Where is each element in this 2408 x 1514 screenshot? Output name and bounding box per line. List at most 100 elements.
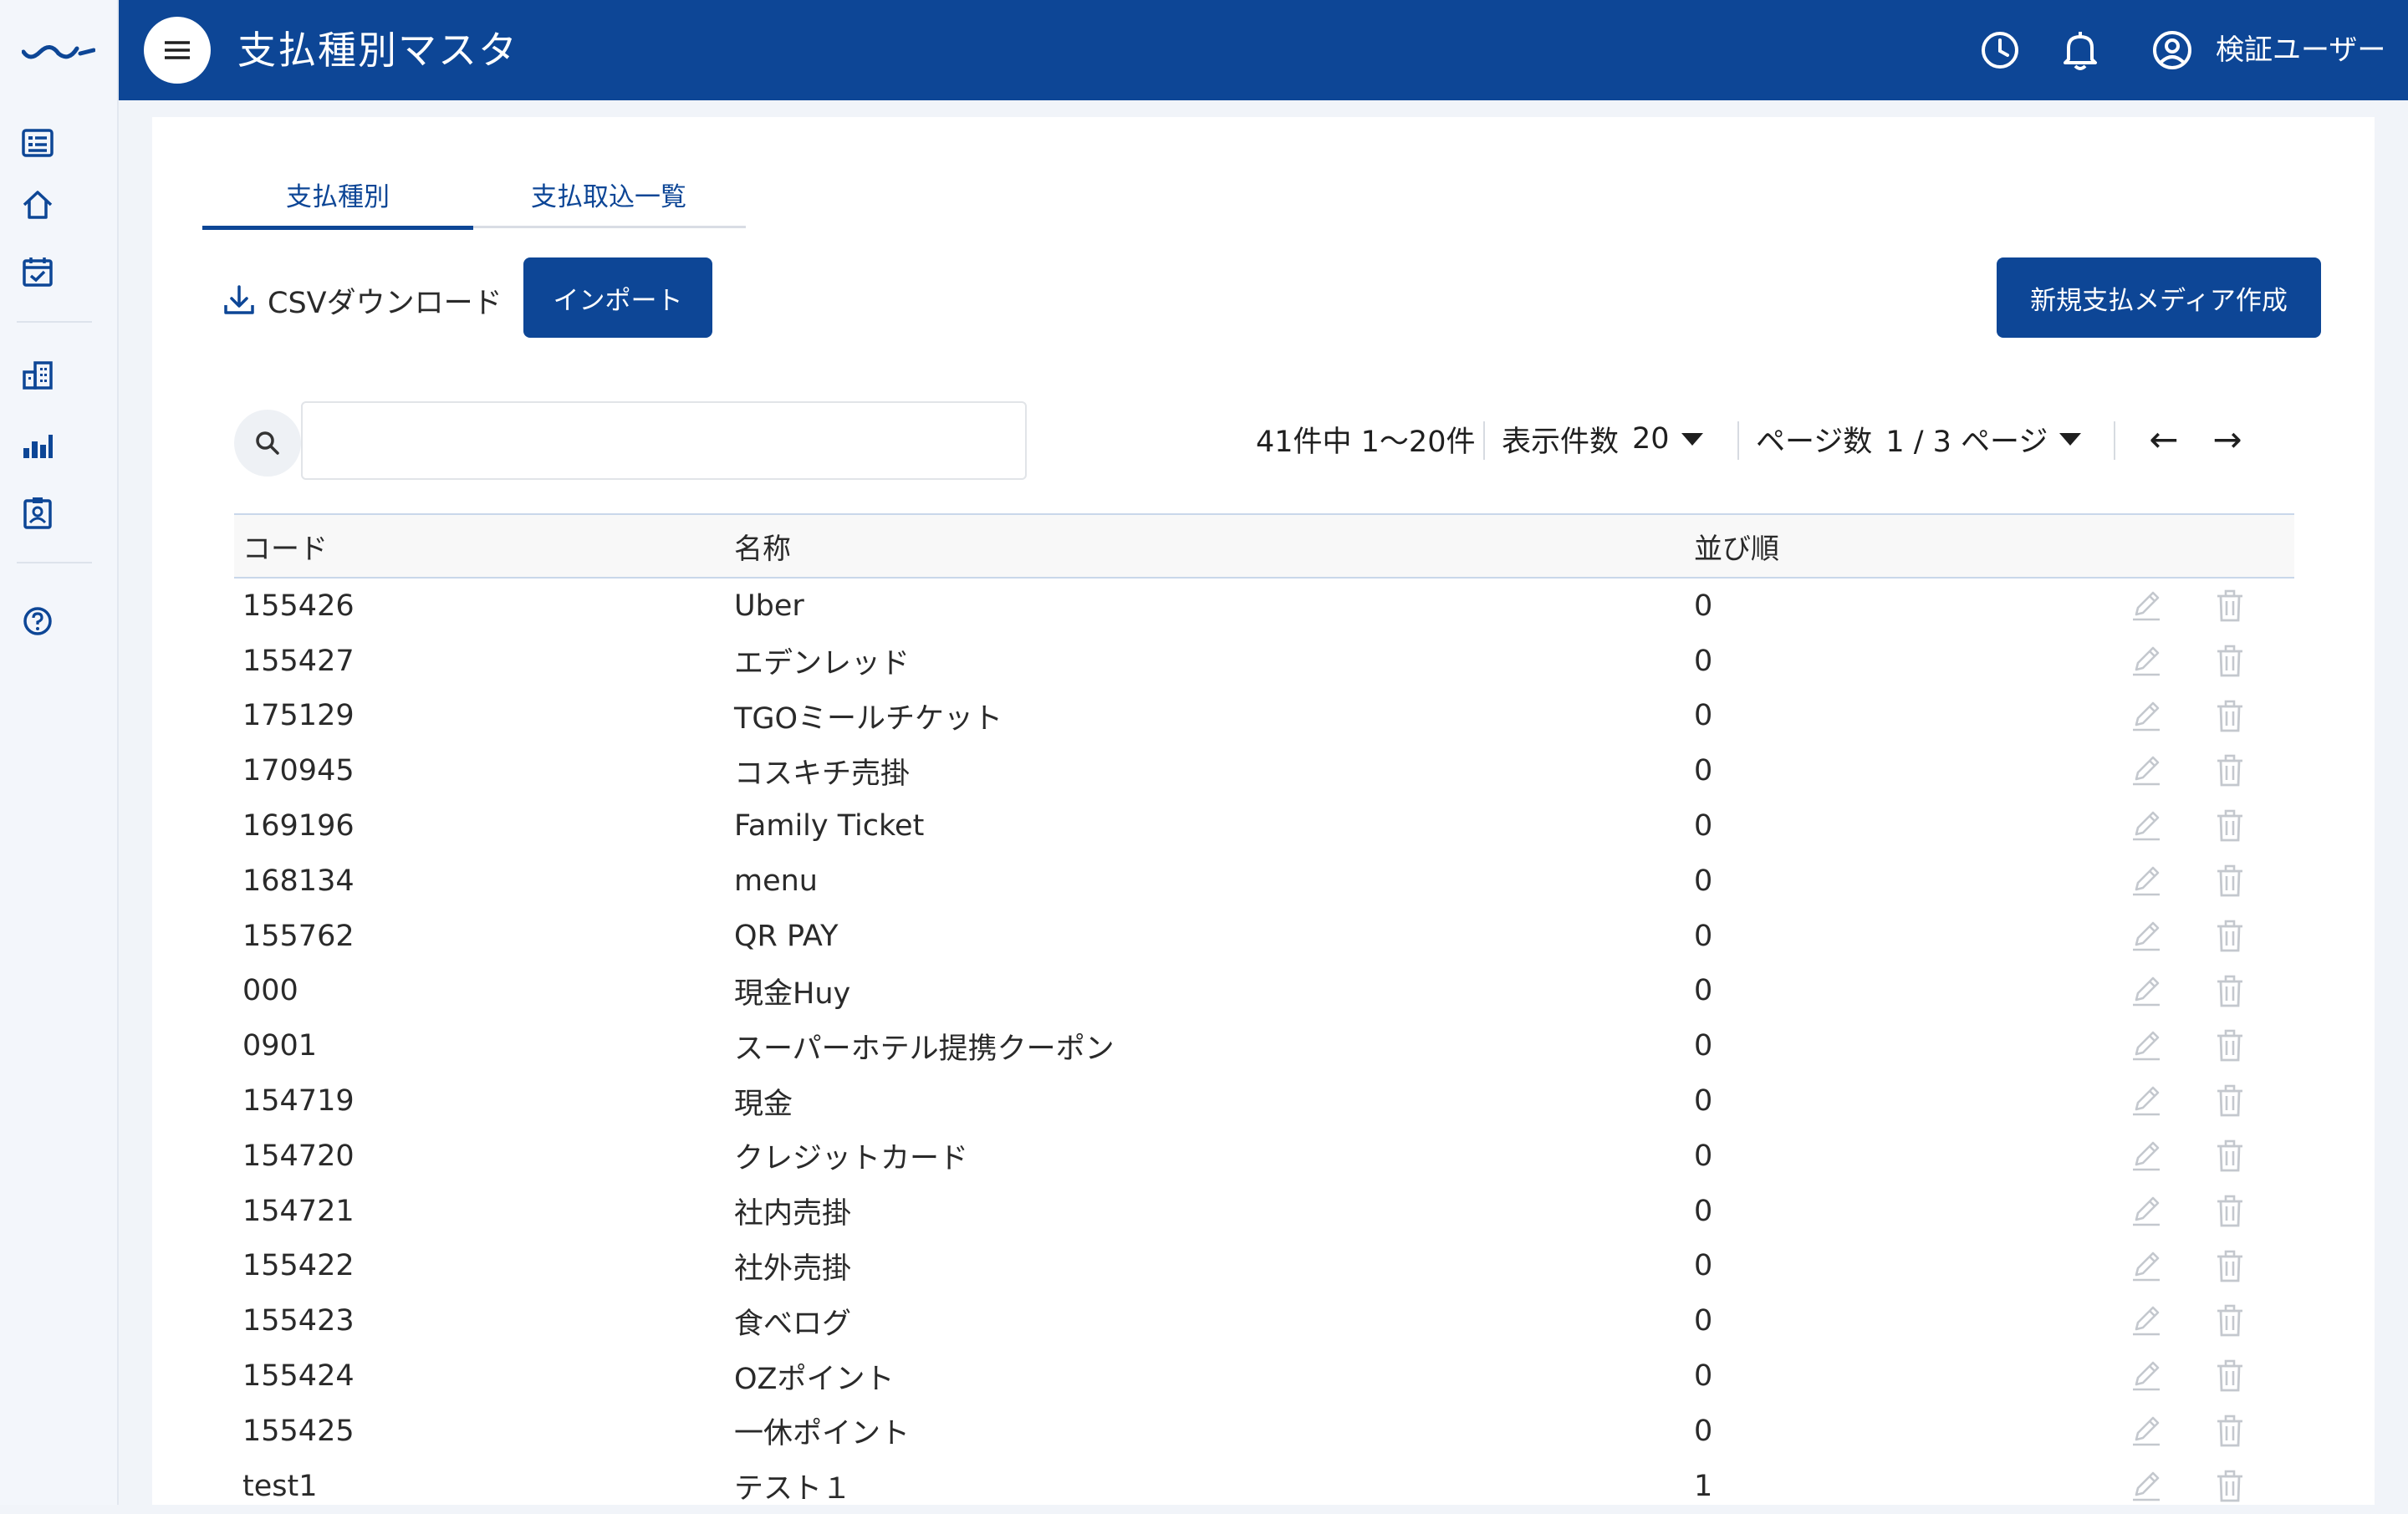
edit-icon[interactable] (2127, 1027, 2166, 1065)
csv-download-link[interactable]: CSVダウンロード (222, 274, 503, 326)
edit-icon[interactable] (2127, 697, 2166, 736)
hamburger-icon (165, 41, 190, 59)
cell-order: 0 (1694, 1139, 1713, 1173)
tab-payment-import-list[interactable]: 支払取込一覧 (473, 162, 744, 226)
cell-name: 社内売掛 (734, 1197, 852, 1231)
table-row[interactable]: 175129 TGOミールチケット 0 (234, 689, 2294, 744)
edit-icon[interactable] (2127, 1412, 2166, 1450)
page-select[interactable]: ページ数 1 / 3 ページ (1756, 416, 2082, 461)
tab-payment-type[interactable]: 支払種別 (202, 162, 473, 230)
next-page-button[interactable]: → (2204, 416, 2251, 461)
trash-icon[interactable] (2211, 1357, 2249, 1395)
table-row[interactable]: 154721 社内売掛 0 (234, 1184, 2294, 1239)
edit-icon[interactable] (2127, 1467, 2166, 1506)
trash-icon[interactable] (2211, 1302, 2249, 1340)
cell-name: 社外売掛 (734, 1251, 852, 1286)
table-row[interactable]: 000 現金Huy 0 (234, 964, 2294, 1019)
cell-name: Uber (734, 589, 804, 623)
table-row[interactable]: 155424 OZポイント 0 (234, 1348, 2294, 1404)
per-page-select[interactable]: 表示件数 20 (1502, 416, 1703, 461)
table-row[interactable]: 155762 QR PAY 0 (234, 909, 2294, 964)
trash-icon[interactable] (2211, 697, 2249, 736)
trash-icon[interactable] (2211, 1137, 2249, 1175)
home-icon[interactable] (18, 186, 57, 224)
history-icon[interactable] (1977, 27, 2023, 74)
cell-code: 169196 (242, 809, 355, 844)
table-row[interactable]: 155423 食べログ 0 (234, 1293, 2294, 1348)
sidebar-divider (17, 562, 92, 563)
cell-code: test1 (242, 1469, 318, 1503)
cell-name: Family Ticket (734, 809, 925, 844)
cell-name: 現金 (734, 1087, 793, 1121)
cell-order: 0 (1694, 1414, 1713, 1448)
table-row[interactable]: 155422 社外売掛 0 (234, 1239, 2294, 1294)
trash-icon[interactable] (2211, 917, 2249, 956)
user-account-icon[interactable] (2149, 27, 2196, 74)
table-row[interactable]: 155426 Uber 0 (234, 579, 2294, 634)
edit-icon[interactable] (2127, 1137, 2166, 1175)
edit-icon[interactable] (2127, 587, 2166, 625)
edit-icon[interactable] (2127, 1192, 2166, 1231)
badge-icon[interactable] (18, 493, 57, 532)
edit-icon[interactable] (2127, 862, 2166, 900)
trash-icon[interactable] (2211, 1467, 2249, 1506)
cell-name: TGOミールチケット (734, 701, 1003, 736)
payment-type-table: コード 名称 並び順 155426 Uber 0 155427 エデンレッド 0 17512… (234, 513, 2294, 1514)
prev-page-button[interactable]: ← (2140, 416, 2187, 461)
bell-icon[interactable] (2057, 27, 2104, 74)
trash-icon[interactable] (2211, 862, 2249, 900)
trash-icon[interactable] (2211, 1192, 2249, 1231)
page-label: ページ数 (1756, 425, 1873, 459)
trash-icon[interactable] (2211, 1082, 2249, 1120)
edit-icon[interactable] (2127, 1247, 2166, 1286)
table-row[interactable]: 154719 現金 0 (234, 1073, 2294, 1129)
sidebar (0, 0, 119, 1505)
cell-order: 0 (1694, 1029, 1713, 1063)
table-row[interactable]: test1 テスト１ 1 (234, 1459, 2294, 1514)
building-icon[interactable] (18, 356, 57, 395)
create-payment-media-button[interactable]: 新規支払メディア作成 (1997, 257, 2321, 338)
trash-icon[interactable] (2211, 1412, 2249, 1450)
table-row[interactable]: 155427 エデンレッド 0 (234, 634, 2294, 689)
menu-button[interactable] (144, 17, 211, 84)
edit-icon[interactable] (2127, 1357, 2166, 1395)
table-row[interactable]: 0901 スーパーホテル提携クーポン 0 (234, 1018, 2294, 1073)
bar-chart-icon[interactable] (18, 426, 57, 465)
table-row[interactable]: 169196 Family Ticket 0 (234, 798, 2294, 854)
list-icon[interactable] (18, 124, 57, 162)
import-button[interactable]: インポート (523, 257, 712, 338)
trash-icon[interactable] (2211, 642, 2249, 681)
user-name[interactable]: 検証ユーザー (2216, 32, 2385, 69)
page-title: 支払種別マスタ (237, 28, 518, 73)
cell-name: テスト１ (734, 1472, 852, 1506)
edit-icon[interactable] (2127, 642, 2166, 681)
edit-icon[interactable] (2127, 972, 2166, 1011)
trash-icon[interactable] (2211, 752, 2249, 790)
help-icon[interactable] (18, 602, 57, 640)
trash-icon[interactable] (2211, 972, 2249, 1011)
cell-name: スーパーホテル提携クーポン (734, 1032, 1115, 1066)
edit-icon[interactable] (2127, 752, 2166, 790)
table-row[interactable]: 168134 menu 0 (234, 854, 2294, 909)
edit-icon[interactable] (2127, 807, 2166, 845)
brand-logo[interactable] (22, 37, 95, 60)
chevron-down-icon (2059, 432, 2082, 446)
trash-icon[interactable] (2211, 587, 2249, 625)
chevron-down-icon (1681, 432, 1703, 446)
calendar-check-icon[interactable] (18, 252, 57, 291)
edit-icon[interactable] (2127, 917, 2166, 956)
table-row[interactable]: 154720 クレジットカード 0 (234, 1129, 2294, 1184)
table-row[interactable]: 155425 一休ポイント 0 (234, 1404, 2294, 1459)
column-header-code: コード (242, 532, 328, 566)
trash-icon[interactable] (2211, 1027, 2249, 1065)
search-input[interactable] (301, 401, 1027, 480)
edit-icon[interactable] (2127, 1302, 2166, 1340)
cell-name: 現金Huy (734, 976, 851, 1011)
trash-icon[interactable] (2211, 807, 2249, 845)
search-button[interactable] (234, 410, 301, 477)
table-row[interactable]: 170945 コスキチ売掛 0 (234, 743, 2294, 798)
cell-order: 0 (1694, 644, 1713, 678)
trash-icon[interactable] (2211, 1247, 2249, 1286)
edit-icon[interactable] (2127, 1082, 2166, 1120)
cell-order: 0 (1694, 919, 1713, 953)
